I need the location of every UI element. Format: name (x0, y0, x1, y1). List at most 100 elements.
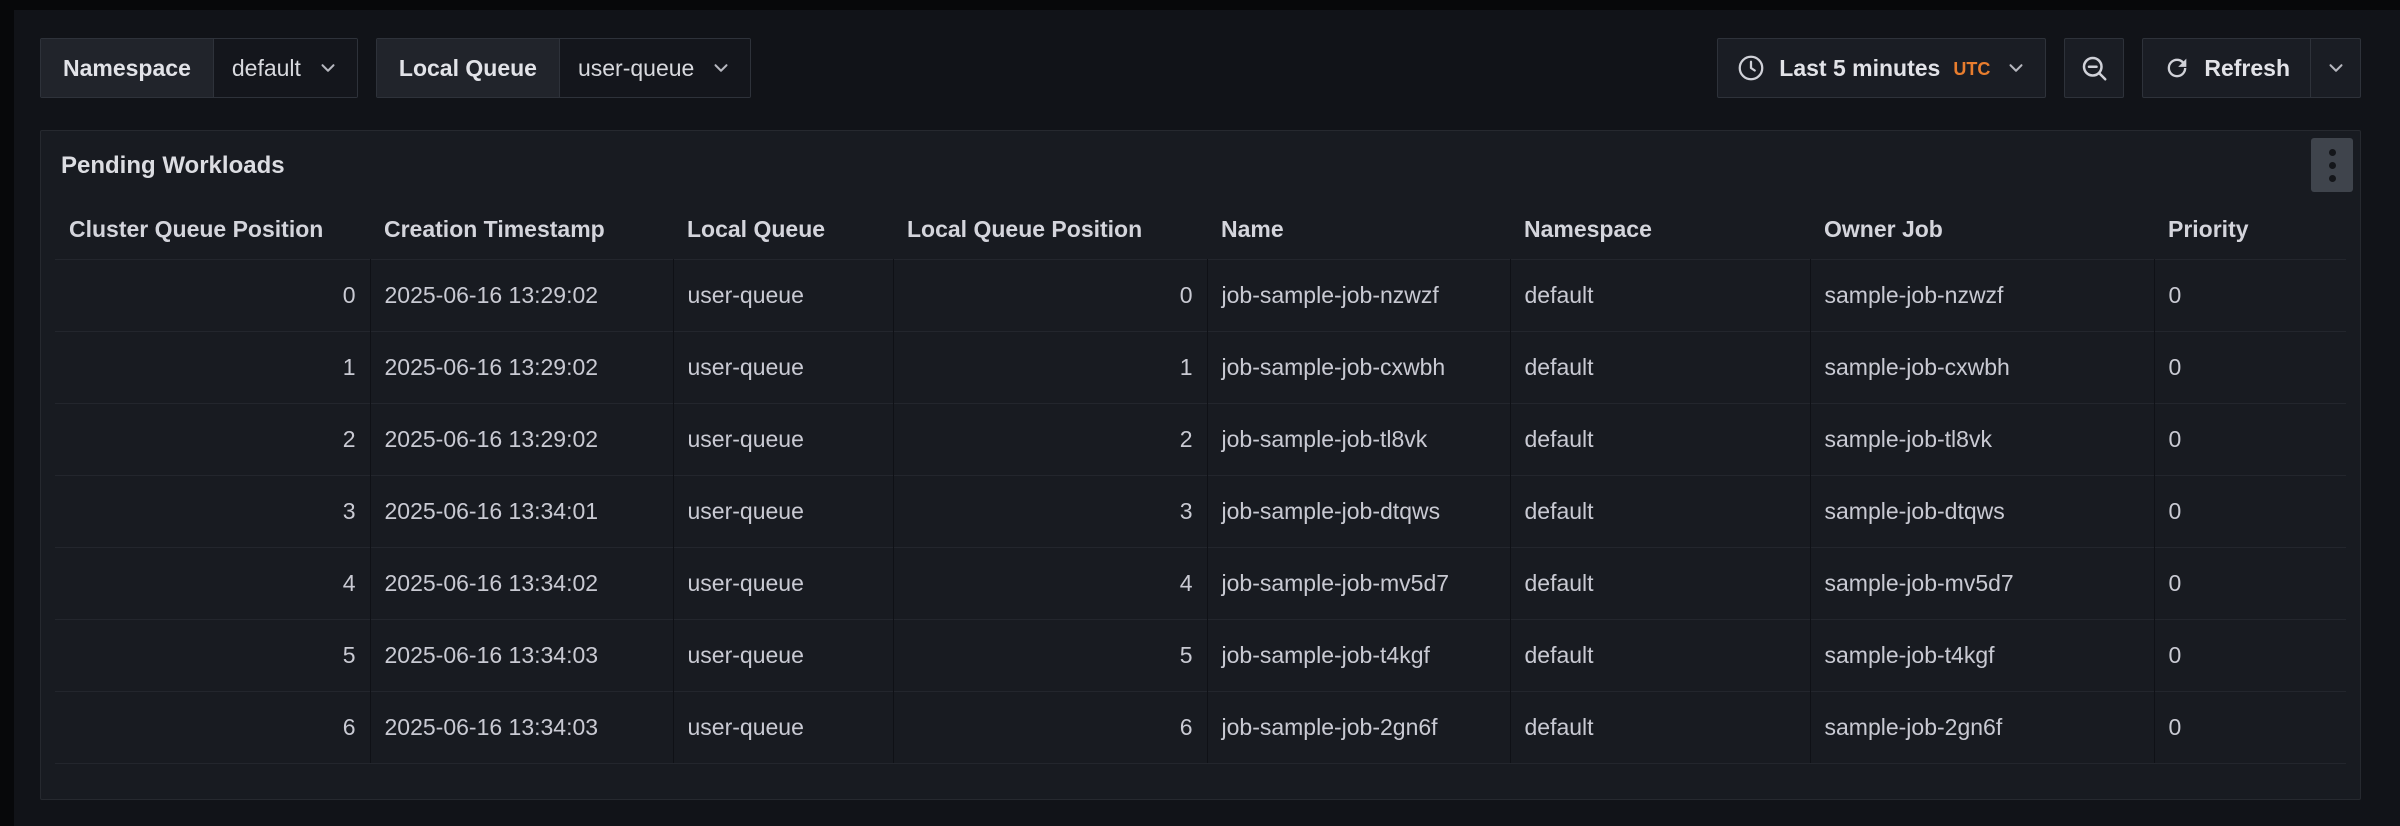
table-cell: 1 (55, 331, 370, 403)
pending-workloads-table: Cluster Queue PositionCreation Timestamp… (55, 201, 2346, 764)
table-cell: 2025-06-16 13:34:02 (370, 547, 673, 619)
table-cell: 0 (893, 259, 1207, 331)
column-header-local-queue-position[interactable]: Local Queue Position (893, 201, 1207, 259)
table-cell: sample-job-mv5d7 (1810, 547, 2154, 619)
table-cell: 4 (893, 547, 1207, 619)
refresh-button[interactable]: Refresh (2143, 39, 2310, 97)
table-body: 02025-06-16 13:29:02user-queue0job-sampl… (55, 259, 2346, 763)
refresh-icon (2163, 54, 2191, 82)
panel-title[interactable]: Pending Workloads (61, 152, 285, 180)
table-row: 62025-06-16 13:34:03user-queue6job-sampl… (55, 691, 2346, 763)
table-cell: 2025-06-16 13:34:01 (370, 475, 673, 547)
table-cell: 5 (55, 619, 370, 691)
local-queue-variable-value: user-queue (578, 55, 694, 82)
table-cell: 0 (55, 259, 370, 331)
table-cell: job-sample-job-cxwbh (1207, 331, 1510, 403)
table-cell: sample-job-dtqws (1810, 475, 2154, 547)
table-row: 32025-06-16 13:34:01user-queue3job-sampl… (55, 475, 2346, 547)
table-cell: user-queue (673, 403, 893, 475)
time-picker-button[interactable]: Last 5 minutes UTC (1717, 38, 2046, 98)
column-header-name[interactable]: Name (1207, 201, 1510, 259)
table-cell: 3 (893, 475, 1207, 547)
table-cell: sample-job-nzwzf (1810, 259, 2154, 331)
column-header-owner-job[interactable]: Owner Job (1810, 201, 2154, 259)
table-cell: job-sample-job-mv5d7 (1207, 547, 1510, 619)
dashboard: Namespace default Local Queue user-queue… (14, 10, 2400, 826)
kebab-icon (2329, 149, 2336, 156)
refresh-button-label: Refresh (2204, 55, 2290, 82)
column-header-cluster-queue-position[interactable]: Cluster Queue Position (55, 201, 370, 259)
table-cell: job-sample-job-t4kgf (1207, 619, 1510, 691)
table-cell: 2025-06-16 13:29:02 (370, 259, 673, 331)
dashboard-toolbar: Namespace default Local Queue user-queue… (14, 10, 2400, 98)
table-wrapper: Cluster Queue PositionCreation Timestamp… (41, 201, 2360, 764)
table-cell: job-sample-job-2gn6f (1207, 691, 1510, 763)
chevron-down-icon (2005, 57, 2027, 79)
table-row: 22025-06-16 13:29:02user-queue2job-sampl… (55, 403, 2346, 475)
table-cell: 2 (893, 403, 1207, 475)
table-row: 52025-06-16 13:34:03user-queue5job-sampl… (55, 619, 2346, 691)
table-row: 42025-06-16 13:34:02user-queue4job-sampl… (55, 547, 2346, 619)
table-cell: user-queue (673, 547, 893, 619)
namespace-variable-value: default (232, 55, 301, 82)
table-cell: 6 (893, 691, 1207, 763)
table-cell: sample-job-tl8vk (1810, 403, 2154, 475)
table-cell: 0 (2154, 691, 2346, 763)
table-cell: 1 (893, 331, 1207, 403)
table-cell: default (1510, 475, 1810, 547)
table-cell: default (1510, 619, 1810, 691)
table-cell: job-sample-job-dtqws (1207, 475, 1510, 547)
local-queue-variable: Local Queue user-queue (376, 38, 751, 98)
table-cell: 2025-06-16 13:34:03 (370, 691, 673, 763)
namespace-variable: Namespace default (40, 38, 358, 98)
table-row: 12025-06-16 13:29:02user-queue1job-sampl… (55, 331, 2346, 403)
table-cell: user-queue (673, 331, 893, 403)
column-header-creation-timestamp[interactable]: Creation Timestamp (370, 201, 673, 259)
table-cell: default (1510, 259, 1810, 331)
table-row: 02025-06-16 13:29:02user-queue0job-sampl… (55, 259, 2346, 331)
table-cell: job-sample-job-tl8vk (1207, 403, 1510, 475)
table-cell: 2 (55, 403, 370, 475)
table-cell: default (1510, 331, 1810, 403)
table-cell: default (1510, 403, 1810, 475)
table-cell: 0 (2154, 619, 2346, 691)
table-cell: 0 (2154, 403, 2346, 475)
local-queue-variable-label: Local Queue (377, 39, 560, 97)
column-header-namespace[interactable]: Namespace (1510, 201, 1810, 259)
namespace-variable-select[interactable]: default (214, 39, 357, 97)
table-cell: job-sample-job-nzwzf (1207, 259, 1510, 331)
clock-icon (1736, 53, 1766, 83)
table-header-row: Cluster Queue PositionCreation Timestamp… (55, 201, 2346, 259)
table-cell: 2025-06-16 13:29:02 (370, 403, 673, 475)
table-cell: 2025-06-16 13:29:02 (370, 331, 673, 403)
zoom-out-icon (2079, 53, 2109, 83)
table-cell: 5 (893, 619, 1207, 691)
time-range-label: Last 5 minutes (1779, 55, 1940, 82)
table-cell: 3 (55, 475, 370, 547)
table-cell: default (1510, 547, 1810, 619)
refresh-button-group: Refresh (2142, 38, 2361, 98)
chevron-down-icon (317, 57, 339, 79)
table-cell: default (1510, 691, 1810, 763)
pending-workloads-panel: Pending Workloads Cluster Queue Position… (40, 130, 2361, 800)
column-header-priority[interactable]: Priority (2154, 201, 2346, 259)
table-cell: 0 (2154, 259, 2346, 331)
table-cell: user-queue (673, 259, 893, 331)
table-cell: user-queue (673, 691, 893, 763)
panel-menu-button[interactable] (2311, 138, 2353, 192)
table-cell: 4 (55, 547, 370, 619)
table-cell: user-queue (673, 475, 893, 547)
panel-header: Pending Workloads (41, 131, 2360, 201)
timezone-label: UTC (1953, 59, 1990, 80)
chevron-down-icon (710, 57, 732, 79)
table-cell: sample-job-t4kgf (1810, 619, 2154, 691)
table-cell: sample-job-cxwbh (1810, 331, 2154, 403)
table-cell: 0 (2154, 475, 2346, 547)
refresh-interval-dropdown[interactable] (2310, 39, 2360, 97)
namespace-variable-label: Namespace (41, 39, 214, 97)
table-cell: 0 (2154, 547, 2346, 619)
column-header-local-queue[interactable]: Local Queue (673, 201, 893, 259)
table-cell: 2025-06-16 13:34:03 (370, 619, 673, 691)
zoom-out-button[interactable] (2064, 38, 2124, 98)
local-queue-variable-select[interactable]: user-queue (560, 39, 750, 97)
